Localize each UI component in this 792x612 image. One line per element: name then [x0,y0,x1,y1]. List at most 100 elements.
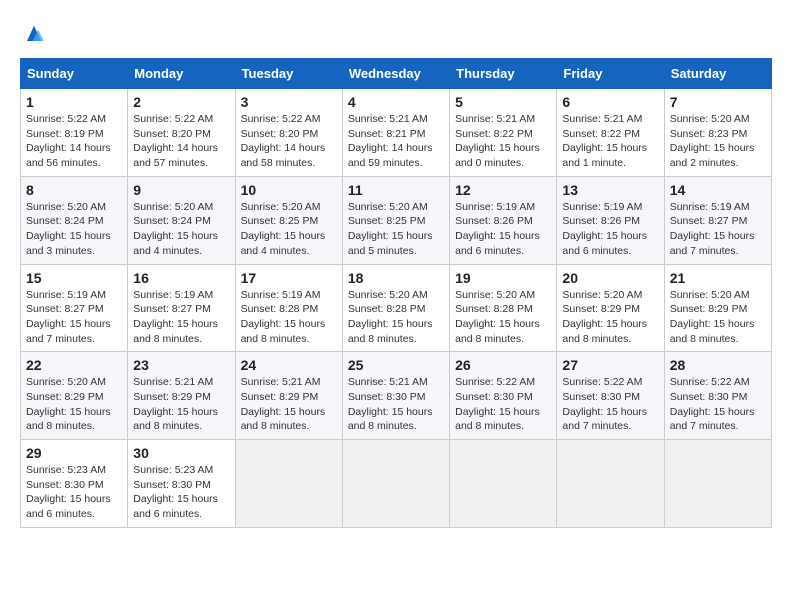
day-number: 16 [133,270,229,286]
day-number: 28 [670,357,766,373]
calendar-table: SundayMondayTuesdayWednesdayThursdayFrid… [20,58,772,528]
day-header-friday: Friday [557,59,664,89]
calendar-cell: 14 Sunrise: 5:19 AM Sunset: 8:27 PM Dayli… [664,176,771,264]
page-header [20,20,772,48]
day-info: Sunrise: 5:20 AM Sunset: 8:28 PM Dayligh… [455,288,551,347]
day-number: 18 [348,270,444,286]
day-info: Sunrise: 5:19 AM Sunset: 8:26 PM Dayligh… [562,200,658,259]
calendar-cell: 2Sunrise: 5:22 AM Sunset: 8:20 PM Daylig… [128,89,235,177]
day-info: Sunrise: 5:23 AM Sunset: 8:30 PM Dayligh… [133,463,229,522]
day-info: Sunrise: 5:21 AM Sunset: 8:22 PM Dayligh… [455,112,551,171]
day-number: 21 [670,270,766,286]
day-info: Sunrise: 5:19 AM Sunset: 8:27 PM Dayligh… [670,200,766,259]
calendar-week-1: 1 Sunrise: 5:22 AM Sunset: 8:19 PM Daylig… [21,89,772,177]
day-info: Sunrise: 5:20 AM Sunset: 8:29 PM Dayligh… [670,288,766,347]
day-info: Sunrise: 5:20 AM Sunset: 8:24 PM Dayligh… [133,200,229,259]
day-info: Sunrise: 5:22 AM Sunset: 8:30 PM Dayligh… [670,375,766,434]
calendar-cell [664,440,771,528]
header-row: SundayMondayTuesdayWednesdayThursdayFrid… [21,59,772,89]
calendar-cell [450,440,557,528]
calendar-cell: 15 Sunrise: 5:19 AM Sunset: 8:27 PM Dayli… [21,264,128,352]
day-info: Sunrise: 5:22 AM Sunset: 8:20 PM Dayligh… [241,112,337,171]
day-number: 4 [348,94,444,110]
day-number: 23 [133,357,229,373]
calendar-cell: 26Sunrise: 5:22 AM Sunset: 8:30 PM Dayli… [450,352,557,440]
day-info: Sunrise: 5:21 AM Sunset: 8:29 PM Dayligh… [241,375,337,434]
day-info: Sunrise: 5:22 AM Sunset: 8:19 PM Dayligh… [26,112,122,171]
day-info: Sunrise: 5:21 AM Sunset: 8:21 PM Dayligh… [348,112,444,171]
calendar-cell: 3 Sunrise: 5:22 AM Sunset: 8:20 PM Daylig… [235,89,342,177]
calendar-cell: 25 Sunrise: 5:21 AM Sunset: 8:30 PM Dayli… [342,352,449,440]
day-number: 7 [670,94,766,110]
calendar-cell [235,440,342,528]
calendar-week-5: 29 Sunrise: 5:23 AM Sunset: 8:30 PM Dayli… [21,440,772,528]
day-info: Sunrise: 5:20 AM Sunset: 8:24 PM Dayligh… [26,200,122,259]
calendar-cell: 8 Sunrise: 5:20 AM Sunset: 8:24 PM Daylig… [21,176,128,264]
day-header-wednesday: Wednesday [342,59,449,89]
day-number: 25 [348,357,444,373]
day-number: 22 [26,357,122,373]
calendar-cell: 19 Sunrise: 5:20 AM Sunset: 8:28 PM Dayli… [450,264,557,352]
calendar-body: 1 Sunrise: 5:22 AM Sunset: 8:19 PM Daylig… [21,89,772,528]
calendar-cell: 5 Sunrise: 5:21 AM Sunset: 8:22 PM Daylig… [450,89,557,177]
day-info: Sunrise: 5:20 AM Sunset: 8:25 PM Dayligh… [348,200,444,259]
day-number: 30 [133,445,229,461]
calendar-cell: 18 Sunrise: 5:20 AM Sunset: 8:28 PM Dayli… [342,264,449,352]
day-info: Sunrise: 5:20 AM Sunset: 8:29 PM Dayligh… [26,375,122,434]
day-number: 5 [455,94,551,110]
calendar-cell: 28 Sunrise: 5:22 AM Sunset: 8:30 PM Dayli… [664,352,771,440]
day-info: Sunrise: 5:23 AM Sunset: 8:30 PM Dayligh… [26,463,122,522]
calendar-cell: 23Sunrise: 5:21 AM Sunset: 8:29 PM Dayli… [128,352,235,440]
calendar-cell: 10Sunrise: 5:20 AM Sunset: 8:25 PM Dayli… [235,176,342,264]
day-header-thursday: Thursday [450,59,557,89]
day-number: 17 [241,270,337,286]
day-number: 10 [241,182,337,198]
day-info: Sunrise: 5:21 AM Sunset: 8:30 PM Dayligh… [348,375,444,434]
day-number: 29 [26,445,122,461]
calendar-cell: 16 Sunrise: 5:19 AM Sunset: 8:27 PM Dayli… [128,264,235,352]
day-number: 15 [26,270,122,286]
day-header-saturday: Saturday [664,59,771,89]
calendar-cell: 20 Sunrise: 5:20 AM Sunset: 8:29 PM Dayli… [557,264,664,352]
calendar-cell [342,440,449,528]
calendar-cell: 21 Sunrise: 5:20 AM Sunset: 8:29 PM Dayli… [664,264,771,352]
day-number: 1 [26,94,122,110]
logo [20,20,52,48]
day-number: 9 [133,182,229,198]
day-number: 6 [562,94,658,110]
day-number: 11 [348,182,444,198]
calendar-cell: 6 Sunrise: 5:21 AM Sunset: 8:22 PM Daylig… [557,89,664,177]
day-info: Sunrise: 5:19 AM Sunset: 8:27 PM Dayligh… [26,288,122,347]
calendar-cell: 29 Sunrise: 5:23 AM Sunset: 8:30 PM Dayli… [21,440,128,528]
day-number: 19 [455,270,551,286]
calendar-cell: 17Sunrise: 5:19 AM Sunset: 8:28 PM Dayli… [235,264,342,352]
day-number: 24 [241,357,337,373]
day-info: Sunrise: 5:20 AM Sunset: 8:29 PM Dayligh… [562,288,658,347]
day-header-tuesday: Tuesday [235,59,342,89]
calendar-cell: 24 Sunrise: 5:21 AM Sunset: 8:29 PM Dayli… [235,352,342,440]
calendar-cell: 13 Sunrise: 5:19 AM Sunset: 8:26 PM Dayli… [557,176,664,264]
day-number: 12 [455,182,551,198]
day-number: 20 [562,270,658,286]
calendar-week-4: 22 Sunrise: 5:20 AM Sunset: 8:29 PM Dayli… [21,352,772,440]
day-number: 27 [562,357,658,373]
day-number: 26 [455,357,551,373]
day-info: Sunrise: 5:19 AM Sunset: 8:26 PM Dayligh… [455,200,551,259]
day-info: Sunrise: 5:21 AM Sunset: 8:22 PM Dayligh… [562,112,658,171]
calendar-cell: 4 Sunrise: 5:21 AM Sunset: 8:21 PM Daylig… [342,89,449,177]
day-number: 3 [241,94,337,110]
calendar-header: SundayMondayTuesdayWednesdayThursdayFrid… [21,59,772,89]
day-info: Sunrise: 5:22 AM Sunset: 8:30 PM Dayligh… [562,375,658,434]
day-header-sunday: Sunday [21,59,128,89]
calendar-cell [557,440,664,528]
day-info: Sunrise: 5:22 AM Sunset: 8:20 PM Dayligh… [133,112,229,171]
day-number: 13 [562,182,658,198]
calendar-cell: 22 Sunrise: 5:20 AM Sunset: 8:29 PM Dayli… [21,352,128,440]
day-number: 8 [26,182,122,198]
calendar-cell: 11 Sunrise: 5:20 AM Sunset: 8:25 PM Dayli… [342,176,449,264]
day-info: Sunrise: 5:20 AM Sunset: 8:23 PM Dayligh… [670,112,766,171]
day-info: Sunrise: 5:20 AM Sunset: 8:28 PM Dayligh… [348,288,444,347]
day-number: 14 [670,182,766,198]
day-info: Sunrise: 5:19 AM Sunset: 8:27 PM Dayligh… [133,288,229,347]
calendar-cell: 7 Sunrise: 5:20 AM Sunset: 8:23 PM Daylig… [664,89,771,177]
